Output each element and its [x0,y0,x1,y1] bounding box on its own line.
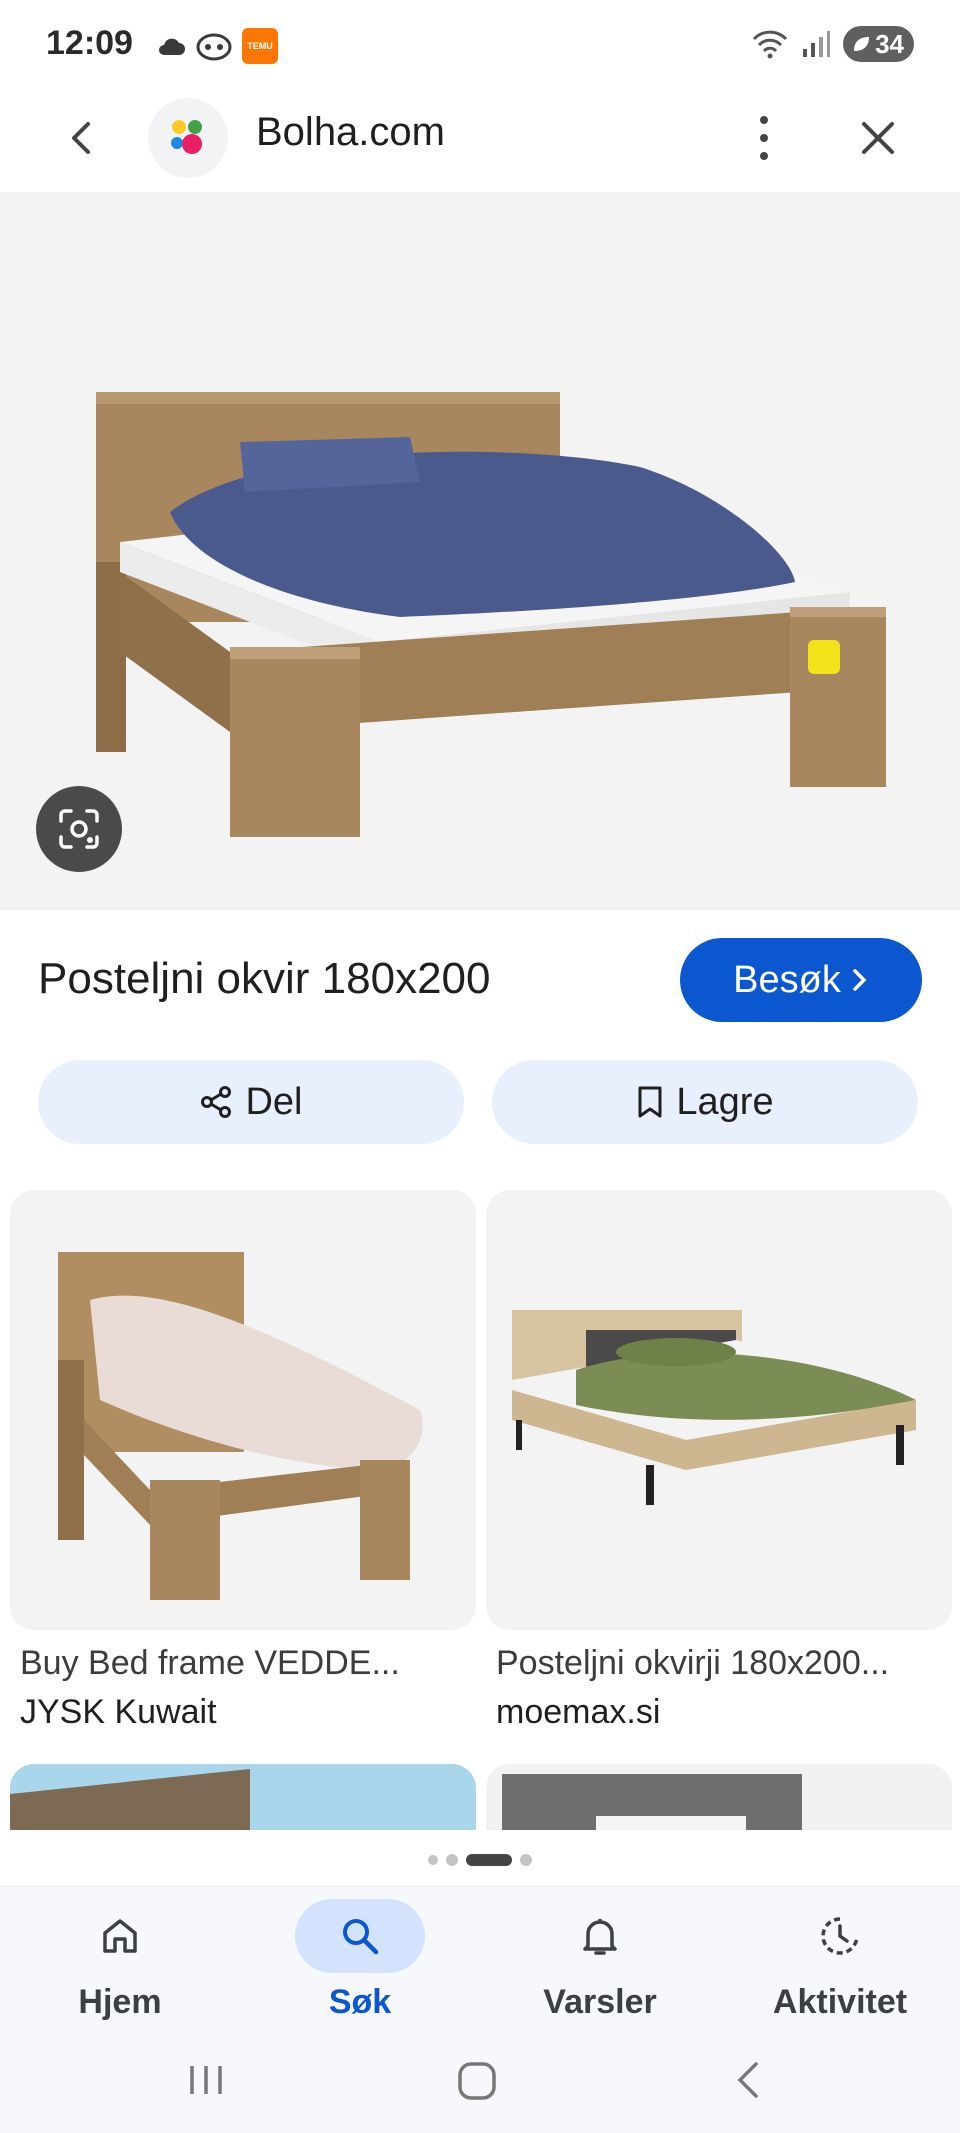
site-favicon [148,98,228,178]
home-icon [103,1919,137,1953]
battery-indicator: 34 [843,26,914,62]
nav-search-icon-wrap [295,1899,425,1973]
home-button-icon[interactable] [456,2060,498,2102]
save-button[interactable]: Lagre [492,1060,918,1144]
bolha-logo-icon [171,120,202,154]
site-title: Bolha.com [256,110,445,154]
page-dot [428,1855,438,1865]
bottom-navigation: Hjem Søk Varsler Aktivitet [0,1886,960,2056]
page-dot [446,1854,458,1866]
status-time: 12:09 [46,24,133,62]
page-indicator [0,1848,960,1872]
lens-icon [59,809,99,849]
result-source: moemax.si [496,1693,661,1731]
nav-home[interactable]: Hjem [0,1895,240,2045]
result-source: JYSK Kuwait [20,1693,217,1731]
nav-notifications-label: Varsler [543,1983,657,2021]
activity-icon [821,1917,859,1955]
related-results-grid: Buy Bed frame VEDDE... JYSK Kuwait Poste… [0,1190,960,1830]
single-bed-image [58,1252,423,1600]
visit-button-label: Besøk [733,958,841,1001]
nav-home-icon-wrap [55,1899,185,1973]
result-title[interactable]: Posteljni okvirji 180x200... [496,1644,946,1683]
double-bed-image [512,1310,916,1505]
result-thumbnail-peek [10,1764,476,1830]
product-title: Posteljni okvir 180x200 [38,954,491,1003]
nav-home-label: Hjem [78,1983,162,2021]
nav-search-label: Søk [328,1983,392,2021]
temu-icon: TEMU [242,28,278,64]
result-thumbnail[interactable] [10,1190,476,1630]
result-card[interactable]: Buy Bed frame VEDDE... JYSK Kuwait [10,1190,476,1732]
page-dot-active [466,1854,512,1866]
result-card[interactable]: Posteljni okvirji 180x200... moemax.si [486,1190,952,1732]
bed-frame-image [96,392,886,837]
nav-notifications-icon-wrap [535,1899,665,1973]
system-back-icon[interactable] [728,2060,768,2100]
page-dot [520,1854,532,1866]
system-navigation-bar [0,2040,960,2133]
search-icon [343,1919,379,1955]
browser-header: Bolha.com [0,86,960,190]
notification-icons: TEMU [156,28,278,64]
bell-icon [583,1919,617,1955]
bookmark-icon [638,1086,662,1118]
google-lens-button[interactable] [36,786,122,872]
share-icon [201,1086,232,1118]
signal-icon [803,31,831,57]
close-icon[interactable] [856,116,900,160]
product-image[interactable] [0,192,960,910]
share-label: Del [245,1080,303,1123]
game-icon [196,33,232,61]
result-card-peek[interactable] [486,1764,952,1830]
wifi-icon [752,30,788,59]
result-thumbnail[interactable] [486,1190,952,1630]
nav-search[interactable]: Søk [240,1895,480,2045]
result-card-peek[interactable] [10,1764,476,1830]
back-arrow-icon[interactable] [60,116,104,160]
product-title-row: Posteljni okvir 180x200 Besøk [0,910,960,1040]
share-button[interactable]: Del [38,1060,464,1144]
recent-apps-icon[interactable] [186,2060,226,2100]
chevron-right-icon [853,969,867,991]
system-status-icons: 34 [751,26,914,62]
visit-button[interactable]: Besøk [680,938,922,1022]
nav-notifications[interactable]: Varsler [480,1895,720,2045]
nav-activity-icon-wrap [775,1899,905,1973]
result-title[interactable]: Buy Bed frame VEDDE... [20,1644,470,1683]
result-thumbnail-peek [486,1764,952,1830]
leaf-icon [854,37,870,51]
save-label: Lagre [676,1080,774,1123]
nav-activity-label: Aktivitet [772,1983,908,2021]
cloud-icon [159,38,185,55]
nav-activity[interactable]: Aktivitet [720,1895,960,2045]
more-options-icon[interactable] [746,112,782,164]
status-bar: 12:09 TEMU 34 [0,0,960,86]
action-buttons: Del Lagre [0,1060,960,1144]
